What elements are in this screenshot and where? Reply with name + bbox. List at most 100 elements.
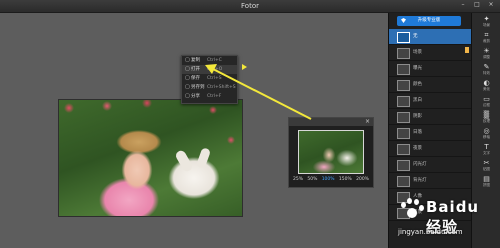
upgrade-button[interactable]: 升级专业版 bbox=[397, 16, 461, 26]
scene-thumb-icon bbox=[397, 144, 410, 155]
scene-thumb-icon bbox=[397, 64, 410, 75]
scene-item[interactable]: 日落 bbox=[389, 125, 471, 141]
tool-tiltshift[interactable]: ◎ 移轴 bbox=[472, 125, 500, 141]
menu-item-save-as[interactable]: ▢ 另存到 Ctrl+Shift+S bbox=[182, 83, 237, 92]
baidu-watermark: Baidu 经验 jingyan.baidu.com bbox=[388, 196, 500, 246]
window-controls: – □ × bbox=[460, 2, 494, 8]
scene-thumb-icon bbox=[397, 32, 410, 43]
scene-label: 曝光 bbox=[413, 66, 422, 71]
tool-sticker[interactable]: ✂ 贴图 bbox=[472, 157, 500, 173]
tool-label: 纹理 bbox=[483, 118, 490, 123]
scene-item[interactable]: 黑白 bbox=[389, 93, 471, 109]
scene-item[interactable]: 无 bbox=[389, 29, 471, 45]
menu-item-label: 打开 bbox=[191, 67, 200, 72]
scene-thumb-icon bbox=[397, 160, 410, 171]
frame-icon: ▭ bbox=[483, 94, 490, 103]
scene-item[interactable]: 曝光 bbox=[389, 61, 471, 77]
navigator-thumbnail[interactable] bbox=[298, 130, 364, 174]
watermark-url: jingyan.baidu.com bbox=[398, 228, 463, 236]
menu-item-label: 保存 bbox=[191, 76, 200, 81]
zoom-50[interactable]: 50% bbox=[307, 177, 317, 182]
tool-label: 贴图 bbox=[483, 166, 490, 171]
tool-label: 场景 bbox=[483, 22, 490, 27]
tool-effects[interactable]: ✎ 特效 bbox=[472, 61, 500, 77]
text-icon: T bbox=[484, 142, 489, 151]
effects-icon: ✎ bbox=[483, 62, 490, 71]
tool-collage[interactable]: ▤ 拼图 bbox=[472, 173, 500, 189]
maximize-button[interactable]: □ bbox=[474, 2, 480, 8]
menu-item-save[interactable]: ▢ 保存 Ctrl+S bbox=[182, 74, 237, 83]
pro-badge-icon bbox=[465, 47, 469, 53]
tool-text[interactable]: T 文字 bbox=[472, 141, 500, 157]
photo-preview[interactable] bbox=[58, 99, 243, 217]
scene-label: 日落 bbox=[413, 130, 422, 135]
tool-label: 裁剪 bbox=[483, 38, 490, 43]
tool-crop[interactable]: ⌗ 裁剪 bbox=[472, 29, 500, 45]
tool-label: 拼图 bbox=[483, 182, 490, 187]
scene-item[interactable]: 夜景 bbox=[389, 141, 471, 157]
scene-label: 无 bbox=[413, 34, 418, 39]
zoom-200[interactable]: 200% bbox=[356, 177, 369, 182]
navigator-panel: × 25% 50% 100% 150% 200% bbox=[288, 117, 374, 188]
navigator-header: × bbox=[289, 118, 373, 126]
tool-adjust[interactable]: ☀ 调整 bbox=[472, 45, 500, 61]
scene-thumb-icon bbox=[397, 176, 410, 187]
collage-icon: ▤ bbox=[483, 174, 490, 183]
scene-label: 场景 bbox=[413, 50, 422, 55]
app-title: Fotor bbox=[241, 2, 259, 10]
crop-icon: ⌗ bbox=[484, 30, 489, 39]
beauty-icon: ◐ bbox=[483, 78, 490, 87]
menu-item-shortcut: Ctrl+O bbox=[207, 67, 223, 72]
tool-label: 边框 bbox=[483, 102, 490, 107]
menu-item-shortcut: Ctrl+Shift+S bbox=[207, 85, 236, 90]
menu-item-shortcut: Ctrl+C bbox=[207, 58, 222, 63]
scene-thumb-icon bbox=[397, 80, 410, 91]
scene-label: 闪光灯 bbox=[413, 162, 427, 167]
tool-texture[interactable]: ▒ 纹理 bbox=[472, 109, 500, 125]
close-button[interactable]: × bbox=[488, 2, 494, 8]
zoom-100[interactable]: 100% bbox=[322, 177, 335, 182]
paw-icon bbox=[398, 198, 424, 224]
tool-label: 移轴 bbox=[483, 134, 490, 139]
menu-item-label: 分享 bbox=[191, 94, 200, 99]
menu-item-shortcut: Ctrl+S bbox=[207, 76, 222, 81]
close-icon[interactable]: × bbox=[365, 118, 370, 126]
scene-list: 无 场景 曝光 颜色 黑白 阴影 日落 夜景 闪光灯 背光灯 人像 风景 bbox=[389, 29, 471, 221]
minimize-button[interactable]: – bbox=[460, 2, 466, 8]
menu-item-copy[interactable]: ▢ 复制 Ctrl+C bbox=[182, 56, 237, 65]
scene-label: 夜景 bbox=[413, 146, 422, 151]
tool-scene[interactable]: ✦ 场景 bbox=[472, 13, 500, 29]
zoom-150[interactable]: 150% bbox=[339, 177, 352, 182]
tool-beauty[interactable]: ◐ 美化 bbox=[472, 77, 500, 93]
scene-label: 黑白 bbox=[413, 98, 422, 103]
texture-icon: ▒ bbox=[483, 110, 490, 119]
scene-item[interactable]: 阴影 bbox=[389, 109, 471, 125]
scene-item[interactable]: 场景 bbox=[389, 45, 471, 61]
scene-thumb-icon bbox=[397, 48, 410, 59]
tool-frame[interactable]: ▭ 边框 bbox=[472, 93, 500, 109]
zoom-25[interactable]: 25% bbox=[293, 177, 303, 182]
menu-item-shortcut: Ctrl+F bbox=[207, 94, 222, 99]
scene-item[interactable]: 颜色 bbox=[389, 77, 471, 93]
submenu-arrow-icon bbox=[242, 64, 247, 70]
sticker-icon: ✂ bbox=[483, 158, 490, 167]
menu-item-label: 复制 bbox=[191, 58, 200, 63]
rabbit-ear bbox=[174, 148, 194, 174]
upgrade-label: 升级专业版 bbox=[417, 18, 441, 23]
rabbit-ear bbox=[195, 147, 212, 169]
diamond-icon bbox=[401, 18, 406, 23]
scene-item[interactable]: 闪光灯 bbox=[389, 157, 471, 173]
tool-label: 特效 bbox=[483, 70, 490, 75]
scene-thumb-icon bbox=[397, 112, 410, 123]
title-bar: Fotor – □ × bbox=[0, 0, 500, 13]
menu-item-share[interactable]: ▢ 分享 Ctrl+F bbox=[182, 92, 237, 101]
tool-label: 文字 bbox=[483, 150, 490, 155]
scene-item[interactable]: 背光灯 bbox=[389, 173, 471, 189]
zoom-options: 25% 50% 100% 150% 200% bbox=[293, 177, 369, 182]
scene-icon: ✦ bbox=[483, 14, 490, 23]
menu-item-open[interactable]: ▢ 打开 Ctrl+O bbox=[182, 65, 237, 74]
scene-label: 背光灯 bbox=[413, 178, 427, 183]
menu-item-label: 另存到 bbox=[191, 85, 205, 90]
tool-label: 调整 bbox=[483, 54, 490, 59]
adjust-icon: ☀ bbox=[483, 46, 490, 55]
